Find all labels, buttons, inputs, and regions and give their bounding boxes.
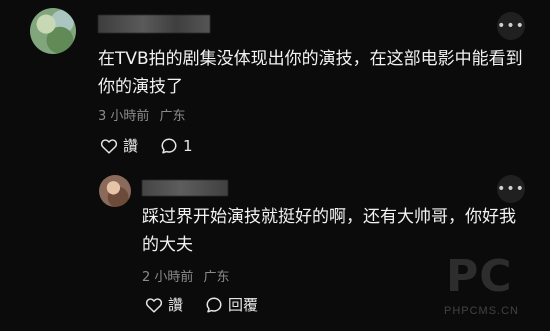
reply-like-button[interactable]: 讚 xyxy=(145,294,183,315)
heart-icon xyxy=(145,297,163,313)
speech-bubble-icon xyxy=(161,138,177,153)
watermark-site: PHPCMS.CN xyxy=(444,305,520,317)
more-options-button[interactable]: ••• xyxy=(497,12,525,40)
comment-thread: ••• 在TVB拍的剧集没体现出你的演技，在这部电影中能看到你的演技了 3 小時… xyxy=(0,0,550,331)
replies-button[interactable]: 1 xyxy=(160,137,193,155)
speech-bubble-icon xyxy=(206,297,222,312)
like-label: 讚 xyxy=(123,137,139,155)
comment-actions: 讚 1 xyxy=(100,135,193,156)
avatar[interactable] xyxy=(30,8,76,54)
reply-meta: 2 小時前 广东 xyxy=(142,266,230,285)
reply-more-options-button[interactable]: ••• xyxy=(497,175,525,203)
reply-username-blurred[interactable] xyxy=(142,180,228,196)
reply-count: 1 xyxy=(183,136,193,155)
like-button[interactable]: 讚 xyxy=(100,135,138,156)
reply-time: 2 小時前 xyxy=(142,270,194,285)
watermark-logo: PC xyxy=(446,251,513,302)
comment-location: 广东 xyxy=(159,109,186,124)
heart-icon xyxy=(100,138,118,154)
more-icon: ••• xyxy=(497,18,525,34)
reply-like-label: 讚 xyxy=(168,296,184,314)
comment-meta: 3 小時前 广东 xyxy=(98,105,186,124)
reply-actions: 讚 回覆 xyxy=(145,294,258,315)
reply-label: 回覆 xyxy=(228,296,259,314)
comment-text: 在TVB拍的剧集没体现出你的演技，在这部电影中能看到你的演技了 xyxy=(98,49,523,97)
reply-reply-button[interactable]: 回覆 xyxy=(205,294,258,315)
reply-location: 广东 xyxy=(203,270,230,285)
watermark: PC PHPCMS.CN xyxy=(440,255,540,325)
more-icon: ••• xyxy=(497,181,525,197)
comment-time: 3 小時前 xyxy=(98,109,150,124)
username-blurred[interactable] xyxy=(98,15,210,33)
reply-avatar[interactable] xyxy=(99,175,131,207)
